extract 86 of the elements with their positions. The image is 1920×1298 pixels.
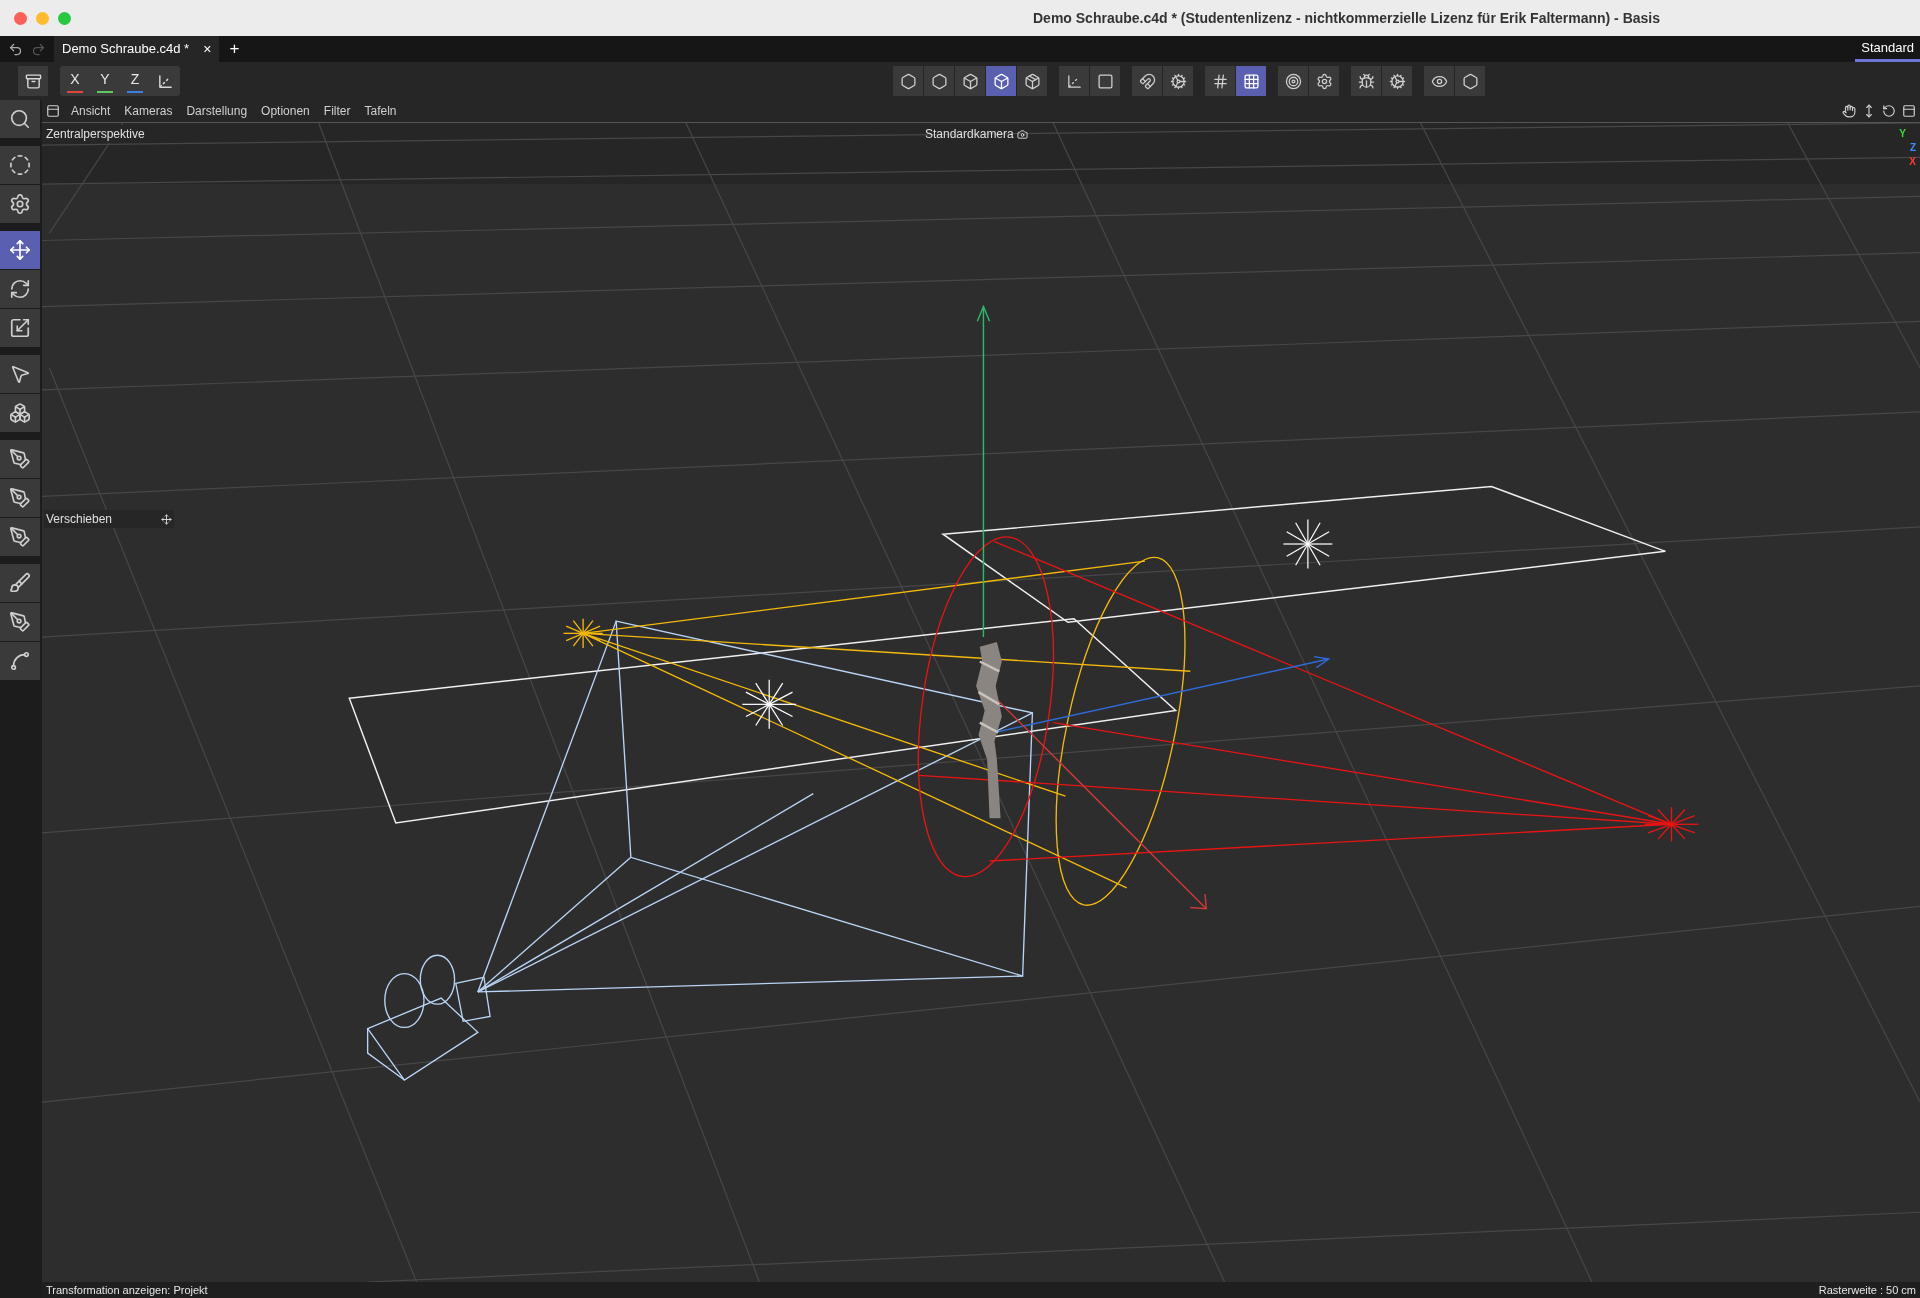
tab-label: Demo Schraube.c4d * <box>62 40 190 59</box>
tool-button[interactable] <box>0 564 40 602</box>
axis-icon <box>1065 72 1083 90</box>
tool-button[interactable] <box>0 231 40 269</box>
menu-item[interactable]: Darstellung <box>179 102 255 120</box>
close-window-button[interactable] <box>14 11 27 25</box>
tool-button[interactable] <box>1236 66 1266 96</box>
tool-button[interactable] <box>0 479 40 517</box>
move-icon <box>161 513 172 525</box>
menu-item[interactable]: Kameras <box>117 102 180 120</box>
light-star-icon <box>1282 518 1333 570</box>
tool-button[interactable] <box>1278 66 1308 96</box>
light-star-icon <box>741 679 797 730</box>
close-tab-button[interactable]: × <box>203 38 212 60</box>
tool-button[interactable] <box>1017 66 1047 96</box>
archive-icon <box>24 72 42 90</box>
undo-icon <box>8 41 23 57</box>
menu-item[interactable]: Ansicht <box>64 102 118 120</box>
tool-button[interactable] <box>0 270 40 308</box>
search-icon <box>9 108 31 130</box>
tool-button[interactable] <box>0 440 40 478</box>
tool-button[interactable] <box>0 146 40 184</box>
menu-item[interactable]: Tafeln <box>357 102 404 120</box>
scale-icon <box>9 317 31 339</box>
tool-button[interactable] <box>1309 66 1339 96</box>
tool-button[interactable] <box>1455 66 1485 96</box>
axis-gizmo-label: Z <box>1909 141 1916 155</box>
document-tab[interactable]: Demo Schraube.c4d * × <box>54 36 220 62</box>
hud-label: Verschieben <box>46 511 113 528</box>
menu-item[interactable]: Filter <box>316 102 358 120</box>
axis-gizmo-label: Y <box>1899 127 1906 141</box>
orbit-icon <box>1882 104 1896 118</box>
grid-spacing-text: Rasterweite : 50 cm <box>1818 1282 1916 1298</box>
tool-button[interactable] <box>1351 66 1381 96</box>
window-title: Demo Schraube.c4d * (Studentenlizenz - nichtkommerzielle Lizenz für Erik Faltermann) - Basis <box>1033 8 1661 28</box>
axis-lock-button[interactable]: X <box>60 66 90 96</box>
tool-button[interactable] <box>0 100 40 138</box>
toolbar-button[interactable] <box>18 66 48 96</box>
square-icon <box>1096 72 1114 90</box>
layout-icon <box>1902 104 1916 118</box>
projection-label: Zentralperspektive <box>44 125 147 143</box>
tool-button[interactable] <box>0 642 40 680</box>
menu-item[interactable]: Optionen <box>254 102 317 120</box>
tool-button[interactable] <box>0 603 40 641</box>
tool-button[interactable] <box>893 66 923 96</box>
axis-lock-button[interactable]: Y <box>90 66 120 96</box>
tool-button[interactable] <box>1132 66 1162 96</box>
tool-button[interactable] <box>0 518 40 556</box>
redo-button[interactable] <box>31 41 46 57</box>
settings-icon <box>1315 72 1333 90</box>
tool-button[interactable] <box>955 66 985 96</box>
tool-button[interactable] <box>1205 66 1235 96</box>
camera-icon <box>1016 128 1028 140</box>
camera-label[interactable]: Standardkamera <box>925 125 1028 143</box>
cube-icon <box>992 72 1010 90</box>
new-tab-button[interactable]: + <box>219 36 250 62</box>
status-text: Transformation anzeigen: Projekt <box>46 1282 208 1298</box>
tool-button[interactable] <box>1424 66 1454 96</box>
tool-button[interactable] <box>0 309 40 347</box>
axis-gizmo-label: X <box>1909 155 1916 169</box>
tool-button[interactable] <box>1059 66 1089 96</box>
tool-button[interactable] <box>924 66 954 96</box>
spline-icon <box>9 650 31 672</box>
move-icon <box>9 239 31 261</box>
target-icon <box>1284 72 1302 90</box>
tool-button[interactable] <box>1090 66 1120 96</box>
tool-button[interactable] <box>0 394 40 432</box>
gear-icon <box>1388 72 1406 90</box>
axis-icon <box>156 72 174 90</box>
tool-button[interactable] <box>1382 66 1412 96</box>
grid-icon <box>1211 72 1229 90</box>
magnet-icon <box>1138 72 1156 90</box>
selection-circle-icon <box>9 154 31 176</box>
tool-button[interactable] <box>0 355 40 393</box>
tool-button[interactable] <box>986 66 1016 96</box>
pan-icon <box>1842 104 1856 118</box>
axis-lock-button[interactable]: Z <box>120 66 150 96</box>
tool-button[interactable] <box>1163 66 1193 96</box>
3d-viewport[interactable]: Zentralperspektive Standardkamera Verschieben Y Z X <box>42 122 1920 1282</box>
hexagon-icon <box>1461 72 1479 90</box>
brush-icon <box>9 572 31 594</box>
redo-icon <box>31 41 46 57</box>
rotate-icon <box>9 278 31 300</box>
gear-icon <box>1169 72 1187 90</box>
tool-button[interactable] <box>0 185 40 223</box>
undo-button[interactable] <box>8 41 23 57</box>
